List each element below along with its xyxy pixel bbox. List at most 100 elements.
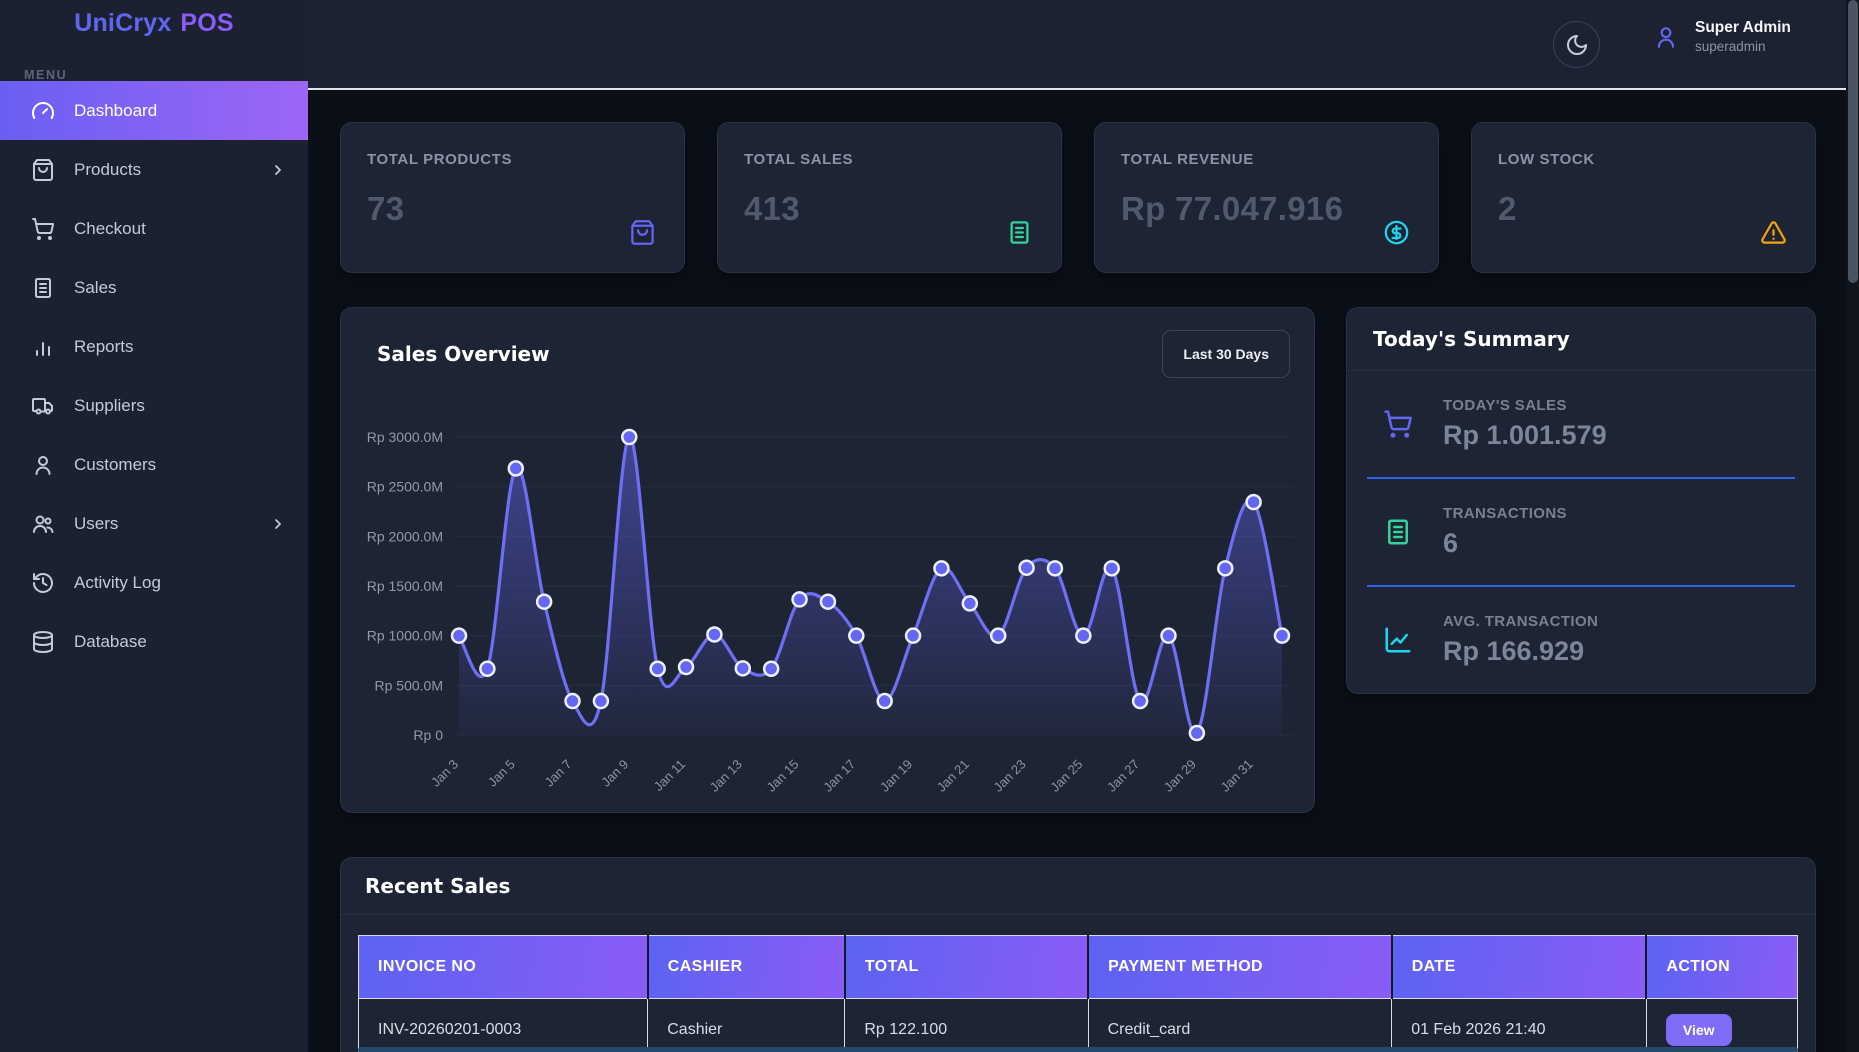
- todays-summary-card: Today's Summary TODAY'S SALES Rp 1.001.5…: [1346, 307, 1816, 694]
- svg-text:Jan 31: Jan 31: [1218, 757, 1256, 795]
- svg-text:Rp 1000.0M: Rp 1000.0M: [367, 628, 443, 644]
- dollar-circle-icon: [1383, 219, 1410, 246]
- svg-text:Jan 27: Jan 27: [1104, 757, 1142, 795]
- svg-text:Jan 19: Jan 19: [877, 757, 915, 795]
- recent-sales-table: INVOICE NO CASHIER TOTAL PAYMENT METHOD …: [358, 935, 1798, 1052]
- summary-value: Rp 1.001.579: [1443, 420, 1607, 451]
- sidebar-item-database[interactable]: Database: [0, 612, 308, 671]
- chevron-right-icon: [270, 162, 286, 178]
- cell-payment: Credit_card: [1088, 999, 1392, 1052]
- svg-text:Rp 2000.0M: Rp 2000.0M: [367, 528, 443, 544]
- sidebar-item-label: Checkout: [74, 219, 146, 239]
- stats-row: TOTAL PRODUCTS 73 TOTAL SALES 413 TOTAL …: [340, 122, 1816, 273]
- receipt-icon: [31, 276, 55, 300]
- receipt-icon: [1006, 219, 1033, 246]
- sidebar-item-customers[interactable]: Customers: [0, 435, 308, 494]
- column-header-cashier: CASHIER: [648, 936, 845, 999]
- view-button[interactable]: View: [1666, 1014, 1732, 1046]
- stat-card-total-sales: TOTAL SALES 413: [717, 122, 1062, 273]
- horizontal-scrollbar[interactable]: [358, 1047, 1798, 1052]
- sales-overview-card: Sales Overview Last 30 Days Rp 3000.0MRp…: [340, 307, 1315, 813]
- svg-text:Jan 9: Jan 9: [598, 757, 631, 790]
- sidebar-item-products[interactable]: Products: [0, 140, 308, 199]
- sidebar-item-reports[interactable]: Reports: [0, 317, 308, 376]
- sidebar-item-checkout[interactable]: Checkout: [0, 199, 308, 258]
- column-header-action: ACTION: [1646, 936, 1797, 999]
- logo-part-2: POS: [180, 9, 233, 37]
- summary-label: AVG. TRANSACTION: [1443, 613, 1598, 630]
- recent-sales-title: Recent Sales: [341, 858, 1815, 915]
- svg-text:Jan 3: Jan 3: [428, 757, 461, 790]
- column-header-date: DATE: [1392, 936, 1647, 999]
- truck-icon: [31, 394, 55, 418]
- user-menu[interactable]: Super Admin superadmin: [1653, 18, 1791, 56]
- column-header-invoice: INVOICE NO: [359, 936, 648, 999]
- warning-triangle-icon: [1760, 219, 1787, 246]
- gauge-icon: [31, 99, 55, 123]
- sidebar-item-activity-log[interactable]: Activity Log: [0, 553, 308, 612]
- stat-label: TOTAL SALES: [744, 151, 1035, 168]
- summary-row-avg-transaction: AVG. TRANSACTION Rp 166.929: [1347, 587, 1815, 693]
- shopping-cart-icon: [1383, 409, 1413, 439]
- svg-text:Jan 21: Jan 21: [934, 757, 972, 795]
- summary-row-todays-sales: TODAY'S SALES Rp 1.001.579: [1347, 371, 1815, 477]
- trend-line-icon: [1383, 625, 1413, 655]
- sidebar-item-label: Reports: [74, 337, 134, 357]
- stat-value: 2: [1498, 190, 1789, 228]
- column-header-payment-method: PAYMENT METHOD: [1088, 936, 1392, 999]
- summary-row-transactions: TRANSACTIONS 6: [1347, 479, 1815, 585]
- svg-text:Jan 15: Jan 15: [763, 757, 801, 795]
- recent-sales-card: Recent Sales INVOICE NO CASHIER TOTAL PA…: [340, 857, 1816, 1052]
- vertical-scrollbar-thumb[interactable]: [1848, 0, 1858, 283]
- stat-value: Rp 77.047.916: [1121, 190, 1412, 228]
- database-icon: [31, 630, 55, 654]
- svg-text:Jan 25: Jan 25: [1047, 757, 1085, 795]
- stat-card-total-products: TOTAL PRODUCTS 73: [340, 122, 685, 273]
- user-icon: [31, 453, 55, 477]
- sidebar-item-label: Database: [74, 632, 147, 652]
- stat-label: TOTAL PRODUCTS: [367, 151, 658, 168]
- summary-value: Rp 166.929: [1443, 636, 1598, 667]
- stat-value: 413: [744, 190, 1035, 228]
- summary-label: TODAY'S SALES: [1443, 397, 1607, 414]
- sidebar: UniCryx POS MENU Dashboard Products Chec…: [0, 0, 308, 1052]
- sidebar-item-sales[interactable]: Sales: [0, 258, 308, 317]
- svg-text:Jan 29: Jan 29: [1161, 757, 1199, 795]
- pos-dashboard: UniCryx POS MENU Dashboard Products Chec…: [0, 0, 1859, 1052]
- sidebar-item-label: Suppliers: [74, 396, 145, 416]
- moon-icon: [1565, 33, 1589, 57]
- summary-label: TRANSACTIONS: [1443, 505, 1567, 522]
- person-icon: [1653, 24, 1679, 50]
- stat-card-low-stock: LOW STOCK 2: [1471, 122, 1816, 273]
- sidebar-item-label: Customers: [74, 455, 156, 475]
- svg-text:Jan 13: Jan 13: [707, 757, 745, 795]
- stat-label: TOTAL REVENUE: [1121, 151, 1412, 168]
- svg-text:Rp 500.0M: Rp 500.0M: [375, 677, 443, 693]
- theme-toggle-button[interactable]: [1553, 21, 1600, 68]
- receipt-icon: [1383, 517, 1413, 547]
- sidebar-item-label: Activity Log: [74, 573, 161, 593]
- stat-label: LOW STOCK: [1498, 151, 1789, 168]
- svg-text:Jan 23: Jan 23: [990, 757, 1028, 795]
- svg-text:Jan 7: Jan 7: [542, 757, 575, 790]
- sidebar-nav: Dashboard Products Checkout Sales Report…: [0, 81, 308, 671]
- svg-text:Rp 0: Rp 0: [413, 727, 443, 743]
- stat-value: 73: [367, 190, 658, 228]
- vertical-scrollbar-track[interactable]: [1846, 0, 1859, 1052]
- app-logo: UniCryx POS: [0, 0, 308, 38]
- sidebar-item-users[interactable]: Users: [0, 494, 308, 553]
- svg-text:Jan 11: Jan 11: [651, 757, 689, 795]
- menu-section-label: MENU: [24, 68, 308, 82]
- sidebar-item-label: Dashboard: [74, 101, 157, 121]
- todays-summary-title: Today's Summary: [1347, 308, 1815, 371]
- user-role: superadmin: [1695, 38, 1791, 56]
- cell-total: Rp 122.100: [845, 999, 1088, 1052]
- column-header-total: TOTAL: [845, 936, 1088, 999]
- svg-text:Jan 17: Jan 17: [820, 757, 858, 795]
- svg-text:Rp 2500.0M: Rp 2500.0M: [367, 479, 443, 495]
- sidebar-item-label: Users: [74, 514, 118, 534]
- summary-value: 6: [1443, 528, 1567, 559]
- sidebar-item-suppliers[interactable]: Suppliers: [0, 376, 308, 435]
- sidebar-item-dashboard[interactable]: Dashboard: [0, 81, 308, 140]
- history-icon: [31, 571, 55, 595]
